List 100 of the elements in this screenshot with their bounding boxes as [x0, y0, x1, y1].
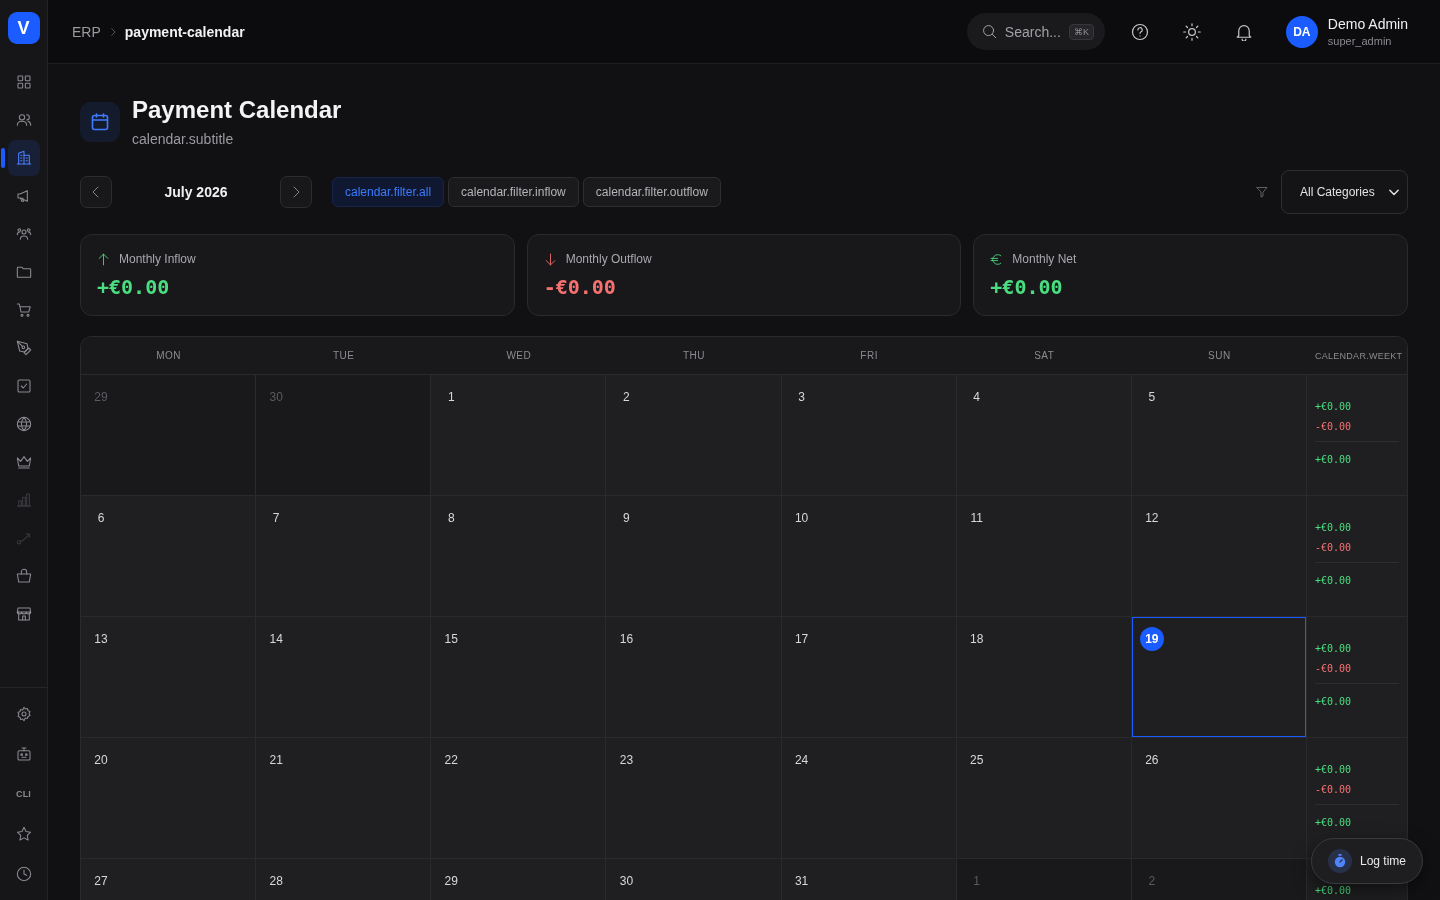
breadcrumb-link[interactable]: ERP: [72, 23, 101, 40]
day-cell[interactable]: 30: [606, 859, 782, 900]
outflow-amount: -€0.00: [1315, 663, 1352, 674]
day-cell[interactable]: 21: [256, 738, 432, 858]
weekday-label: SUN: [1208, 350, 1231, 361]
day-number: 18: [970, 632, 984, 646]
day-cell[interactable]: 25: [956, 738, 1132, 858]
day-number: 21: [269, 753, 283, 767]
inflow-amount: +€0.00: [1315, 643, 1352, 654]
stat-value: +€0.00: [990, 274, 1063, 300]
day-cell[interactable]: 14: [256, 617, 432, 737]
page-subtitle: calendar.subtitle: [132, 130, 234, 149]
month-label: July 2026: [163, 184, 229, 200]
day-number: 1: [973, 874, 981, 888]
weekday-label: THU: [682, 350, 705, 361]
day-cell[interactable]: 31: [781, 859, 957, 900]
filter-tab[interactable]: calendar.filter.outflow: [582, 177, 721, 207]
filter-tab[interactable]: calendar.filter.inflow: [448, 177, 579, 207]
day-number: 2: [623, 390, 630, 404]
stopwatch-icon: [1327, 849, 1352, 873]
inflow-amount: +€0.00: [1315, 885, 1352, 896]
day-cell[interactable]: 13: [81, 617, 257, 737]
day-number: 8: [447, 511, 455, 525]
day-number: 20: [94, 753, 108, 767]
day-number: 31: [794, 874, 809, 888]
day-number: 26: [1145, 753, 1159, 767]
weekday-label: FRI: [860, 350, 878, 361]
euro-icon: [990, 252, 1004, 266]
day-cell[interactable]: 15: [431, 617, 607, 737]
page-title: Payment Calendar: [132, 95, 342, 125]
day-cell[interactable]: 29: [431, 859, 607, 900]
arrow-down-icon: [543, 252, 557, 266]
star-icon: [15, 826, 32, 842]
day-cell[interactable]: 28: [256, 859, 432, 900]
day-number: 5: [1148, 390, 1156, 404]
day-cell[interactable]: 10: [781, 496, 957, 616]
day-number: 22: [444, 753, 458, 767]
day-number: 29: [444, 874, 458, 888]
day-cell[interactable]: 16: [606, 617, 782, 737]
app-logo[interactable]: V: [7, 12, 40, 44]
day-cell[interactable]: 27: [81, 859, 257, 900]
weekday-label: WED: [506, 350, 532, 361]
day-cell[interactable]: 9: [606, 496, 782, 616]
day-cell[interactable]: 19: [1131, 617, 1307, 737]
user-avatar[interactable]: DA: [1285, 15, 1318, 48]
calendar-icon: [80, 102, 120, 142]
outflow-amount: -€0.00: [1315, 421, 1352, 432]
category-select[interactable]: All Categories: [1281, 170, 1408, 214]
day-number: 30: [619, 874, 634, 888]
search-button[interactable]: Search... ⌘K: [966, 13, 1105, 50]
day-number: 27: [94, 874, 108, 888]
stat-label: Monthly Net: [1012, 252, 1077, 266]
day-number: 28: [269, 874, 283, 888]
day-number: 14: [269, 632, 283, 646]
stat-label: Monthly Inflow: [119, 252, 196, 266]
log-time-button[interactable]: Log time: [1310, 838, 1423, 884]
day-cell[interactable]: 5: [1131, 375, 1307, 495]
arrow-up-icon: [97, 252, 110, 266]
day-cell[interactable]: 26: [1131, 738, 1307, 858]
day-cell[interactable]: 2: [606, 375, 782, 495]
sidebar-button[interactable]: [7, 140, 40, 176]
day-cell[interactable]: 22: [431, 738, 607, 858]
day-cell[interactable]: 18: [956, 617, 1132, 737]
weekday-label: SAT: [1034, 350, 1055, 361]
day-number: 2: [1148, 874, 1156, 888]
inflow-amount: +€0.00: [1315, 522, 1352, 533]
inflow-amount: +€0.00: [1315, 764, 1352, 775]
day-number: 7: [272, 511, 280, 525]
day-cell[interactable]: 6: [81, 496, 257, 616]
day-cell[interactable]: 24: [781, 738, 957, 858]
chevron-right-icon: [108, 27, 117, 36]
keyboard-shortcut: ⌘K: [1068, 23, 1094, 40]
day-cell[interactable]: 20: [81, 738, 257, 858]
day-number: 11: [970, 511, 983, 525]
day-number: 13: [94, 632, 108, 646]
day-cell[interactable]: 17: [781, 617, 957, 737]
help-icon: [1130, 22, 1149, 41]
day-cell[interactable]: 3: [781, 375, 957, 495]
net-amount: +€0.00: [1315, 817, 1352, 828]
day-cell[interactable]: 23: [606, 738, 782, 858]
net-amount: +€0.00: [1315, 696, 1352, 707]
cli-button[interactable]: CLI: [7, 776, 40, 812]
weekday-label: TUE: [332, 350, 355, 361]
stat-value: +€0.00: [97, 274, 170, 300]
day-cell[interactable]: 12: [1131, 496, 1307, 616]
clock-icon: [15, 866, 32, 882]
outflow-amount: -€0.00: [1315, 542, 1352, 553]
day-cell[interactable]: 11: [956, 496, 1132, 616]
day-cell[interactable]: 8: [431, 496, 607, 616]
day-cell[interactable]: 1: [431, 375, 607, 495]
user-name: Demo Admin: [1327, 14, 1408, 33]
inflow-amount: +€0.00: [1315, 401, 1352, 412]
user-role: super_admin: [1327, 33, 1393, 49]
day-number: 10: [794, 511, 809, 525]
filter-icon: [1256, 186, 1268, 198]
day-cell[interactable]: 4: [956, 375, 1132, 495]
day-number: 30: [269, 390, 283, 404]
day-cell[interactable]: 7: [256, 496, 432, 616]
net-amount: +€0.00: [1315, 454, 1352, 465]
filter-tab[interactable]: calendar.filter.all: [332, 177, 445, 207]
